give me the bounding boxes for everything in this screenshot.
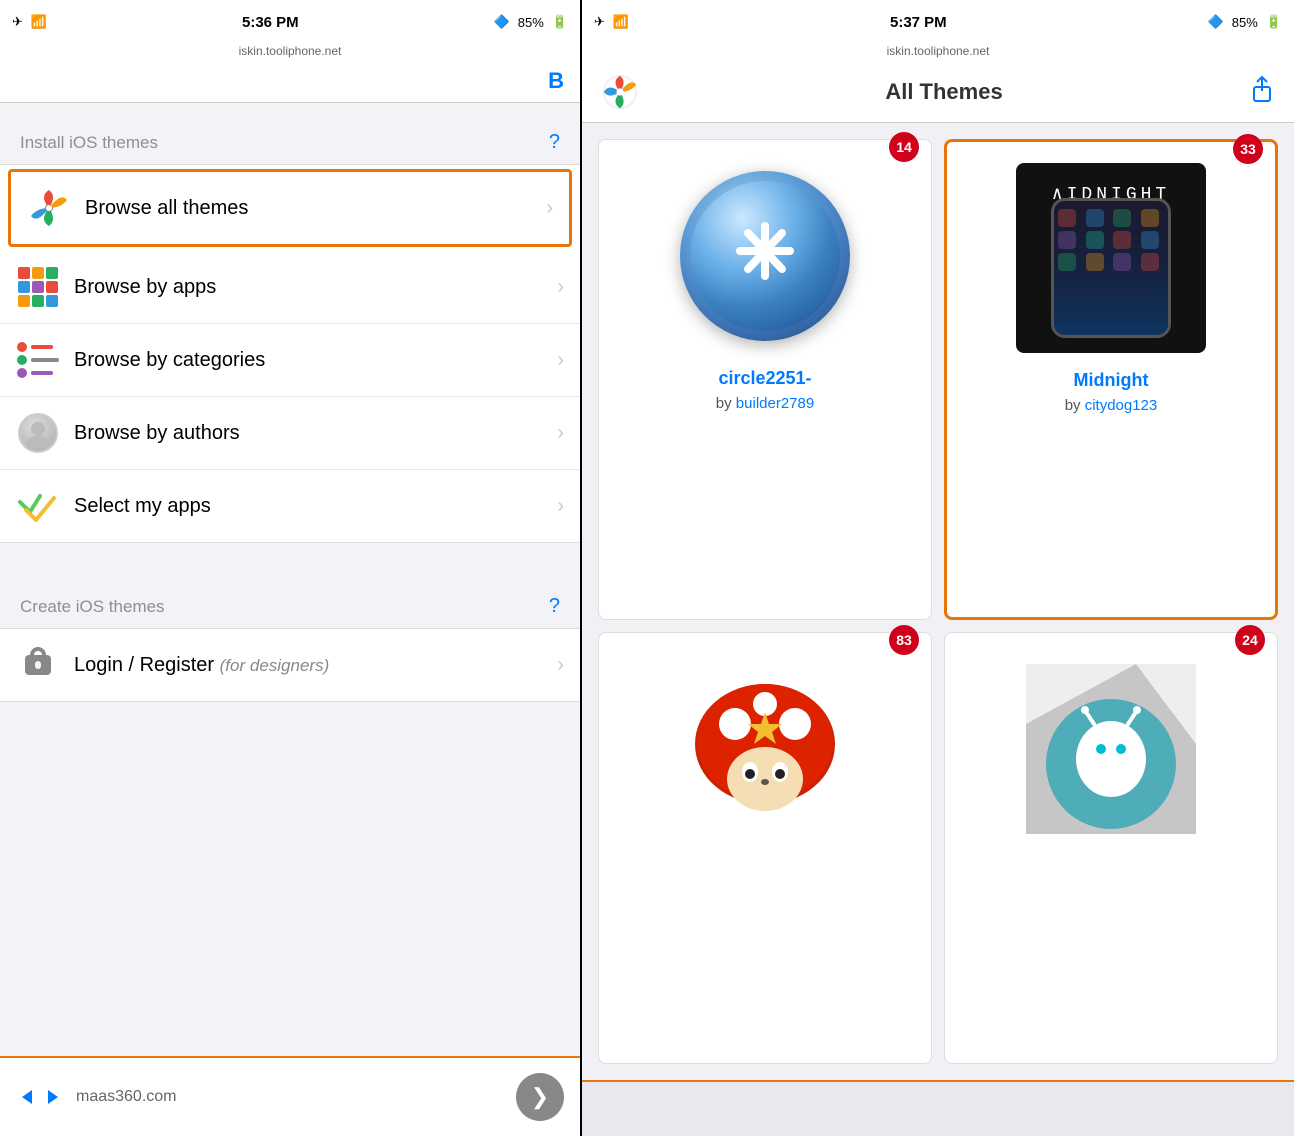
browse-all-label: Browse all themes bbox=[85, 197, 546, 220]
battery-label: 85% bbox=[518, 15, 544, 30]
theme-card-mushroom[interactable]: 83 bbox=[598, 632, 932, 1065]
themes-grid: 14 circle2251- by builder2789 bbox=[582, 123, 1294, 1080]
right-header-title: All Themes bbox=[885, 79, 1002, 105]
install-title-text: Install iOS themes bbox=[20, 133, 158, 153]
menu-item-browse-apps[interactable]: Browse by apps › bbox=[0, 251, 580, 324]
midnight-phone bbox=[1051, 198, 1171, 338]
theme-name-circle2251: circle2251- bbox=[718, 368, 811, 389]
right-bluetooth-icon: 🔷 bbox=[1208, 14, 1224, 30]
browse-all-icon bbox=[27, 186, 71, 230]
theme-badge-midnight: 33 bbox=[1233, 134, 1263, 164]
ad-arrow-left[interactable] bbox=[16, 1086, 38, 1108]
menu-list: Browse all themes › Browse by apps bbox=[0, 164, 580, 543]
theme-image-marshmallow bbox=[1011, 649, 1211, 849]
left-panel: ✈ 📶 5:36 PM 🔷 85% 🔋 iskin.tooliphone.net… bbox=[0, 0, 582, 1136]
ad-arrow-right[interactable] bbox=[42, 1086, 64, 1108]
theme-image-midnight: ∧IDNIGHT bbox=[1011, 158, 1211, 358]
menu-item-browse-categories[interactable]: Browse by categories › bbox=[0, 324, 580, 397]
ad-text: maas360.com bbox=[76, 1088, 504, 1106]
browse-authors-icon bbox=[16, 411, 60, 455]
theme-card-midnight[interactable]: 33 ∧IDNIGHT bbox=[944, 139, 1278, 620]
install-help-icon[interactable]: ? bbox=[549, 131, 560, 154]
right-url-bar: iskin.tooliphone.net bbox=[582, 44, 1294, 64]
menu-item-login[interactable]: Login / Register (for designers) › bbox=[0, 629, 580, 701]
left-battery-area: 🔷 85% 🔋 bbox=[494, 14, 568, 30]
create-section-title: Create iOS themes ? bbox=[0, 567, 580, 628]
left-time: 5:36 PM bbox=[47, 14, 494, 31]
right-battery-label: 85% bbox=[1232, 15, 1258, 30]
theme-author-midnight: by citydog123 bbox=[1065, 397, 1158, 414]
right-ad-bar bbox=[582, 1080, 1294, 1136]
browse-apps-icon bbox=[16, 265, 60, 309]
right-logo bbox=[602, 74, 638, 110]
right-header: All Themes bbox=[582, 64, 1294, 123]
login-chevron: › bbox=[557, 654, 564, 677]
right-status-bar: ✈ 📶 5:37 PM 🔷 85% 🔋 bbox=[582, 0, 1294, 44]
select-apps-icon bbox=[16, 484, 60, 528]
browse-apps-label: Browse by apps bbox=[74, 276, 557, 299]
theme-card-circle2251[interactable]: 14 circle2251- by builder2789 bbox=[598, 139, 932, 620]
menu-item-browse-all[interactable]: Browse all themes › bbox=[8, 169, 572, 247]
theme-image-mushroom bbox=[665, 649, 865, 849]
right-battery-icon: 🔋 bbox=[1266, 14, 1282, 30]
share-button[interactable] bbox=[1250, 75, 1274, 109]
login-icon bbox=[16, 643, 60, 687]
theme-author-circle2251: by builder2789 bbox=[716, 395, 814, 412]
create-help-icon[interactable]: ? bbox=[549, 595, 560, 618]
browse-authors-label: Browse by authors bbox=[74, 422, 557, 445]
ad-next-button[interactable]: ❯ bbox=[516, 1073, 564, 1121]
select-apps-label: Select my apps bbox=[74, 495, 557, 518]
theme-name-midnight: Midnight bbox=[1074, 370, 1149, 391]
browse-authors-chevron: › bbox=[557, 422, 564, 445]
ad-arrows bbox=[16, 1086, 64, 1108]
left-nav-bar: B bbox=[0, 64, 580, 103]
theme-image-circle2251 bbox=[665, 156, 865, 356]
right-time: 5:37 PM bbox=[890, 14, 947, 31]
airplane-icon: ✈ bbox=[12, 14, 23, 30]
login-label: Login / Register (for designers) bbox=[74, 654, 557, 677]
theme-badge-circle2251: 14 bbox=[889, 132, 919, 162]
theme-badge-mushroom: 83 bbox=[889, 625, 919, 655]
install-section-title: Install iOS themes ? bbox=[0, 103, 580, 164]
right-airplane-icon: ✈ bbox=[594, 14, 605, 30]
create-title-text: Create iOS themes bbox=[20, 597, 165, 617]
create-menu-list: Login / Register (for designers) › bbox=[0, 628, 580, 702]
select-apps-chevron: › bbox=[557, 495, 564, 518]
browse-categories-label: Browse by categories bbox=[74, 349, 557, 372]
left-url-bar: iskin.tooliphone.net bbox=[0, 44, 580, 64]
right-panel: ✈ 📶 5:37 PM 🔷 85% 🔋 iskin.tooliphone.net… bbox=[582, 0, 1294, 1136]
browse-apps-chevron: › bbox=[557, 276, 564, 299]
menu-item-select-apps[interactable]: Select my apps › bbox=[0, 470, 580, 542]
browse-all-chevron: › bbox=[546, 197, 553, 220]
browse-categories-icon bbox=[16, 338, 60, 382]
battery-icon: 🔋 bbox=[552, 14, 568, 30]
right-battery-area: 🔷 85% 🔋 bbox=[1208, 14, 1282, 30]
nav-letter: B bbox=[548, 68, 564, 94]
browse-categories-chevron: › bbox=[557, 349, 564, 372]
left-status-bar: ✈ 📶 5:36 PM 🔷 85% 🔋 bbox=[0, 0, 580, 44]
theme-badge-marshmallow: 24 bbox=[1235, 625, 1265, 655]
left-status-icons: ✈ 📶 bbox=[12, 14, 47, 30]
right-status-left: ✈ 📶 bbox=[594, 14, 629, 30]
menu-item-browse-authors[interactable]: Browse by authors › bbox=[0, 397, 580, 470]
right-wifi-icon: 📶 bbox=[613, 14, 629, 30]
bluetooth-icon: 🔷 bbox=[494, 14, 510, 30]
ad-bar: maas360.com ❯ bbox=[0, 1056, 580, 1136]
wifi-icon: 📶 bbox=[31, 14, 47, 30]
theme-card-marshmallow[interactable]: 24 bbox=[944, 632, 1278, 1065]
